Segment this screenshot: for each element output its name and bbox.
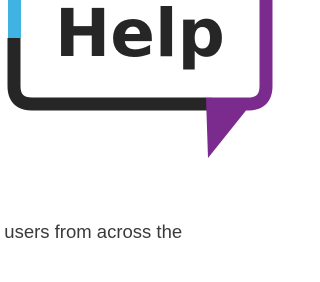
caption-text: t users from across the xyxy=(0,221,183,242)
help-logo-text: Help xyxy=(55,0,225,72)
bubble-blue-accent xyxy=(8,0,21,38)
bubble-tail-point xyxy=(206,98,256,158)
help-speech-bubble-logo: Help xyxy=(0,0,281,170)
